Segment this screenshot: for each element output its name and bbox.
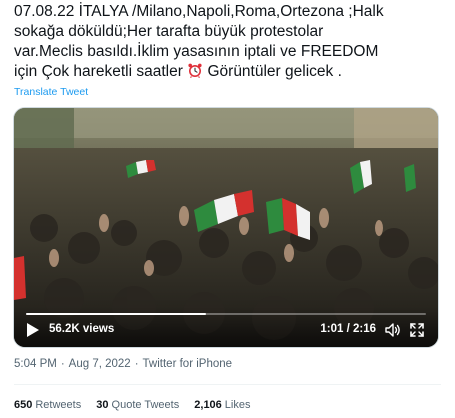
- likes-number: 2,106: [194, 399, 222, 411]
- tweet-date[interactable]: Aug 7, 2022: [69, 358, 131, 370]
- play-icon[interactable]: [26, 322, 40, 338]
- video-player[interactable]: 56.2K views 1:01 / 2:16: [13, 107, 439, 348]
- tweet-body-end: Görüntüler gelicek .: [203, 63, 342, 80]
- tweet-metadata: 5:04 PM · Aug 7, 2022 · Twitter for iPhone: [14, 358, 232, 370]
- meta-separator: ·: [60, 358, 65, 370]
- quote-tweets-count[interactable]: 30 Quote Tweets: [96, 399, 179, 411]
- fullscreen-icon[interactable]: [408, 321, 426, 339]
- tweet-source[interactable]: Twitter for iPhone: [143, 358, 232, 370]
- video-controls: 56.2K views 1:01 / 2:16: [14, 307, 438, 347]
- divider: [14, 384, 441, 385]
- tweet-text: 07.08.22 İTALYA /Milano,Napoli,Roma,Orte…: [14, 2, 444, 82]
- video-progress-bar[interactable]: [26, 313, 426, 315]
- translate-tweet-link[interactable]: Translate Tweet: [14, 86, 88, 98]
- tweet-stats: 650 Retweets 30 Quote Tweets 2,106 Likes: [14, 399, 262, 411]
- volume-icon[interactable]: [384, 321, 402, 339]
- likes-count[interactable]: 2,106 Likes: [194, 399, 250, 411]
- video-progress-fill: [26, 313, 206, 315]
- retweets-number: 650: [14, 399, 33, 411]
- likes-label: Likes: [224, 399, 251, 411]
- meta-separator: ·: [134, 358, 139, 370]
- quote-tweets-number: 30: [96, 399, 109, 411]
- video-views: 56.2K views: [49, 323, 115, 335]
- quote-tweets-label: Quote Tweets: [111, 399, 180, 411]
- video-time: 1:01 / 2:16: [320, 323, 376, 335]
- retweets-label: Retweets: [35, 399, 82, 411]
- tweet-time[interactable]: 5:04 PM: [14, 358, 57, 370]
- retweets-count[interactable]: 650 Retweets: [14, 399, 81, 411]
- alarm-clock-icon: [187, 62, 203, 79]
